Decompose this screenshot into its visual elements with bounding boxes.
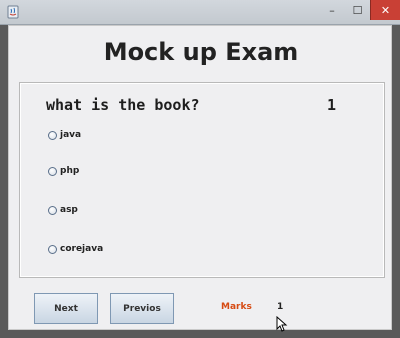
- content-pane: Mock up Exam what is the book? 1 java ph…: [8, 25, 392, 332]
- app-window: – ☐ ✕ Mock up Exam what is the book? 1 j…: [0, 0, 400, 338]
- question-number: 1: [327, 96, 337, 114]
- option-java[interactable]: java: [48, 128, 81, 142]
- minimize-button[interactable]: –: [319, 0, 345, 20]
- next-button[interactable]: Next: [34, 293, 98, 324]
- radio-button[interactable]: [48, 244, 57, 254]
- marks-value: 1: [277, 302, 284, 312]
- question-text: what is the book?: [46, 96, 200, 114]
- option-corejava[interactable]: corejava: [48, 242, 103, 256]
- option-php[interactable]: php: [48, 164, 79, 178]
- question-panel: what is the book? 1 java php asp corejav…: [19, 82, 385, 278]
- close-button[interactable]: ✕: [370, 0, 400, 20]
- java-cup-icon: [7, 5, 19, 19]
- page-title: Mock up Exam: [103, 38, 299, 66]
- previous-button[interactable]: Previos: [110, 293, 174, 324]
- title-bar[interactable]: – ☐ ✕: [0, 0, 400, 25]
- maximize-button[interactable]: ☐: [345, 0, 370, 20]
- option-asp[interactable]: asp: [48, 203, 78, 217]
- option-label: java: [60, 130, 82, 140]
- radio-button[interactable]: [48, 205, 57, 215]
- marks-label: Marks: [221, 302, 252, 312]
- radio-button[interactable]: [48, 166, 57, 176]
- option-label: php: [60, 166, 80, 176]
- option-label: corejava: [60, 244, 104, 254]
- option-label: asp: [60, 205, 78, 215]
- mouse-cursor-icon: [276, 316, 288, 332]
- radio-button[interactable]: [48, 130, 57, 140]
